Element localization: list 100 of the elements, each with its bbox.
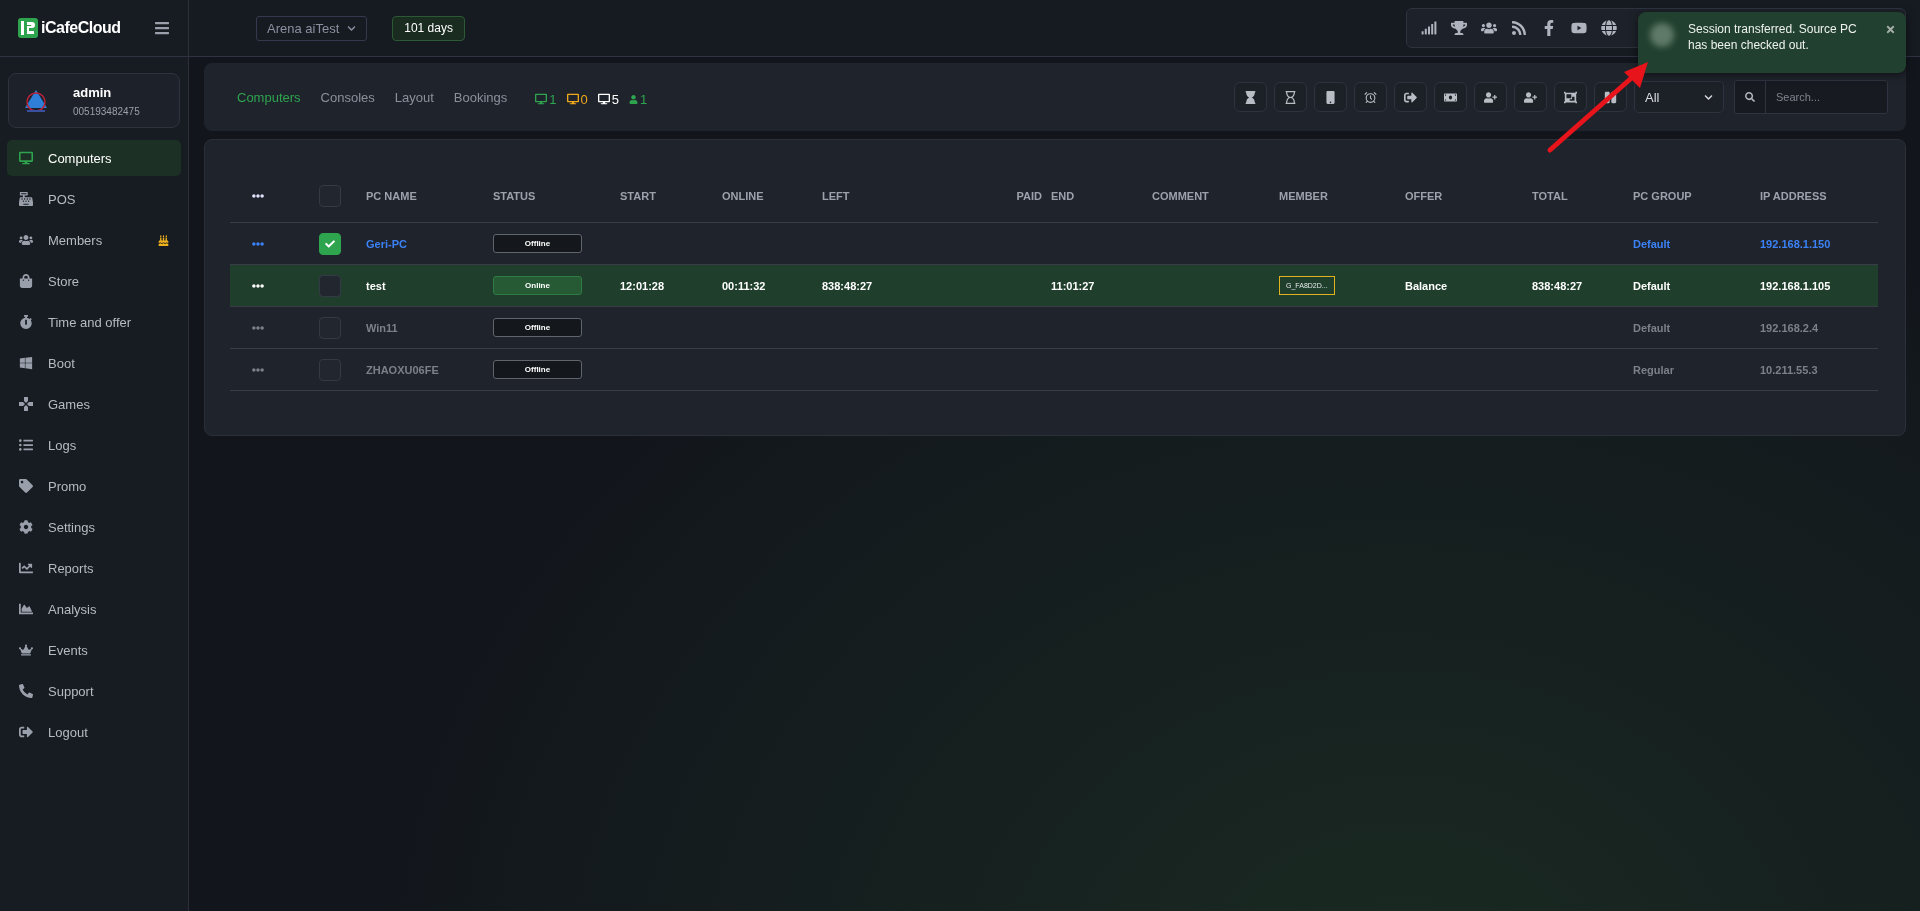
table-cell-text: 838:48:27 [1532,279,1584,292]
tab[interactable]: Layout [394,89,434,105]
table-cell-text: 10.211.55.3 [1760,363,1819,376]
row-checkbox[interactable] [319,232,341,255]
sidebar-item[interactable]: Computers [7,140,181,176]
brand-name: iCafeCloud [41,19,121,37]
sidebar-item[interactable]: POS [7,181,181,217]
tool-button[interactable] [1354,82,1387,112]
table-cell-text: Balance [1405,279,1449,292]
hourglass-icon [1284,90,1297,104]
select-all-checkbox[interactable] [319,185,341,207]
logo-icon [18,18,38,38]
tool-button[interactable] [1394,82,1427,112]
globe-icon[interactable] [1601,20,1617,36]
sidebar-item[interactable]: Support [7,673,181,709]
monitor-icon [19,151,33,165]
users-icon[interactable] [1481,20,1497,36]
check-icon [325,238,335,249]
counter: 0 [566,91,588,107]
tool-button[interactable] [1554,82,1587,112]
sidebar-item[interactable]: Settings [7,509,181,545]
monitor-icon [566,93,579,105]
sidebar-label: Logout [48,724,89,740]
user-id: 005193482475 [73,105,140,117]
table-cell-text: Default [1633,321,1672,334]
sidebar-label: POS [48,191,77,207]
table-cell-text: 192.168.2.4 [1760,321,1820,334]
sidebar-label: Games [48,396,91,412]
add-user-icon [1484,90,1497,104]
sidebar-label: Reports [48,560,95,576]
tool-button[interactable] [1314,82,1347,112]
row-checkbox[interactable] [319,316,341,339]
rss-icon[interactable] [1511,20,1527,36]
sidebar-item[interactable]: Analysis [7,591,181,627]
sidebar-label: Boot [48,355,76,371]
counter: 1 [629,91,648,107]
cross-icon [19,397,33,411]
sidebar-label: Events [48,642,89,658]
sidebar-item[interactable]: Events [7,632,181,668]
menu-button[interactable] [154,20,170,36]
tool-button[interactable] [1274,82,1307,112]
branch-dropdown[interactable]: Arena aiTest [256,15,368,41]
phone-icon [19,684,33,698]
trophy-icon[interactable] [1451,20,1467,36]
line-chart-icon [19,561,33,575]
stopwatch-icon [19,315,33,329]
tool-button[interactable] [1234,82,1267,112]
users-icon [19,233,33,247]
counter: 1 [535,91,557,107]
row-checkbox[interactable] [319,358,341,381]
close-button[interactable] [1885,24,1896,35]
tag-icon [19,479,33,493]
tool-button[interactable] [1434,82,1467,112]
youtube-icon[interactable] [1571,20,1587,36]
status-badge: Offline [493,234,582,253]
sidebar-item[interactable]: Promo [7,468,181,504]
tab[interactable]: Bookings [453,89,508,105]
monitor-icon [597,93,610,105]
column-header: MEMBER [1279,190,1329,202]
blurred-icon [1650,23,1674,47]
table-cell-text: 11:01:27 [1051,279,1096,292]
column-header: PC NAME [366,190,418,202]
sidebar-item[interactable]: Boot [7,345,181,381]
table-cell-text: 12:01:28 [620,279,666,292]
sidebar-item[interactable]: Logout [7,714,181,750]
status-badge: Offline [493,318,582,337]
settings-icon [19,520,33,534]
search-field[interactable]: Search... [1734,80,1888,114]
table-cell-text: ZHAOXU06FE [366,363,440,376]
sidebar-item[interactable]: Reports [7,550,181,586]
crown-icon [19,643,33,657]
sidebar-label: Support [48,683,95,699]
sidebar-label: Time and offer [48,314,133,330]
sidebar-item[interactable]: Members [7,222,181,258]
column-header: TOTAL [1532,190,1569,202]
person-icon [629,94,638,104]
table-cell-text: 838:48:27 [822,279,874,292]
table-cell-text: Regular [1633,363,1675,376]
column-header: COMMENT [1152,190,1210,202]
table-cell-text: 192.168.1.150 [1760,237,1832,250]
tool-button[interactable] [1474,82,1507,112]
days-badge: 101 days [392,15,465,41]
sidebar-label: Store [48,273,81,289]
sidebar-item[interactable]: Store [7,263,181,299]
sidebar-item[interactable]: Logs [7,427,181,463]
chevron-icon [347,23,357,33]
sidebar-item[interactable]: Time and offer [7,304,181,340]
chevron-icon [1704,92,1713,102]
column-header: IP ADDRESS [1760,190,1828,202]
shopping-bag-icon [19,274,33,288]
sidebar-item[interactable]: Games [7,386,181,422]
tab[interactable]: Computers [237,89,301,105]
row-checkbox[interactable] [319,274,341,297]
exit-icon [1404,90,1417,104]
tab[interactable]: Consoles [320,89,375,105]
tool-button[interactable] [1514,82,1547,112]
filter-select[interactable]: All [1634,81,1724,113]
search-icon [1745,92,1755,102]
column-header: STATUS [493,190,537,202]
column-header: PC GROUP [1633,190,1693,202]
